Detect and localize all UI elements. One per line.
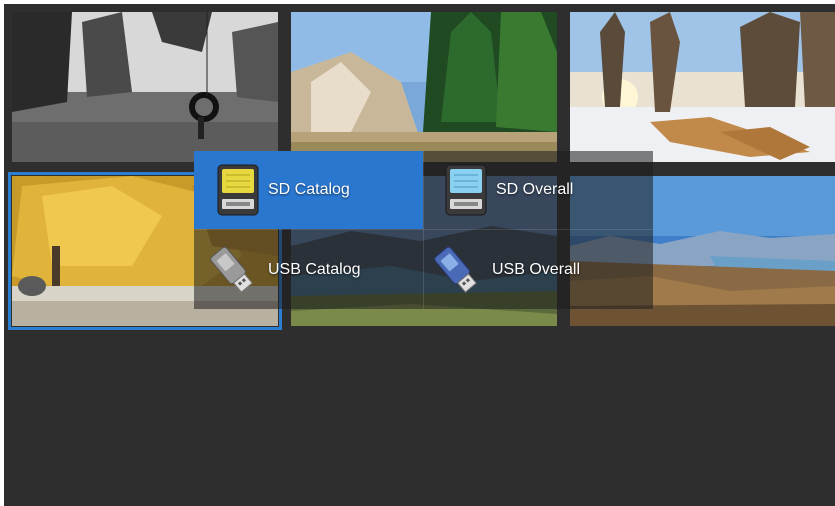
menu-item-sd-catalog[interactable]: SD Catalog — [194, 151, 423, 229]
sd-card-icon — [214, 163, 262, 217]
menu-item-sd-overall[interactable]: SD Overall — [424, 151, 653, 229]
sd-card-icon — [442, 163, 490, 217]
tree-swing-photo — [12, 12, 278, 162]
photo-gallery-screen: SD Catalog SD Overall USB Catalog USB Ov… — [4, 4, 835, 506]
menu-item-label: SD Overall — [496, 181, 574, 198]
storage-source-menu: SD Catalog SD Overall USB Catalog USB Ov… — [194, 151, 653, 309]
frosty-forest-photo — [291, 12, 557, 162]
snowy-sunset-photo — [570, 12, 835, 162]
thumbnail-tree-swing[interactable] — [12, 12, 278, 162]
usb-drive-icon — [432, 243, 480, 297]
menu-item-usb-overall[interactable]: USB Overall — [424, 231, 653, 309]
thumbnail-snowy-sunset[interactable] — [570, 12, 835, 162]
menu-item-label: USB Overall — [492, 261, 581, 278]
thumbnail-frosty-forest[interactable] — [291, 12, 557, 162]
menu-item-usb-catalog[interactable]: USB Catalog — [194, 231, 423, 309]
menu-item-label: SD Catalog — [268, 181, 350, 198]
usb-drive-icon — [208, 243, 256, 297]
menu-item-label: USB Catalog — [268, 261, 361, 278]
